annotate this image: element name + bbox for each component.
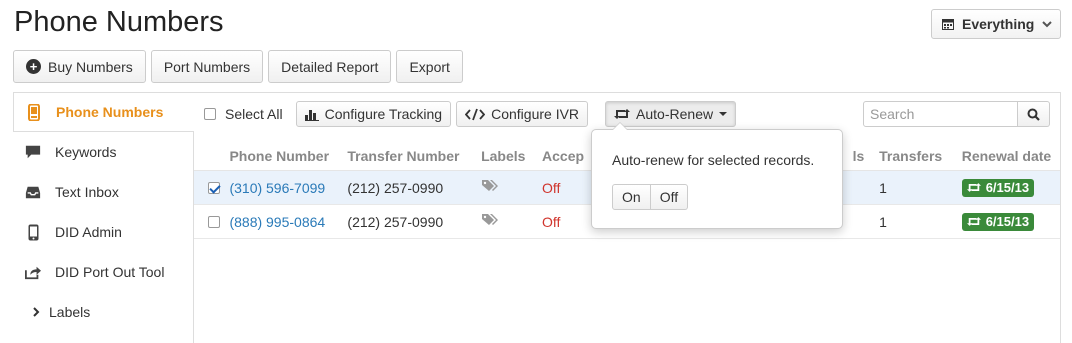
sidebar-item-text-inbox[interactable]: Text Inbox [13, 172, 194, 212]
search-box [863, 101, 1050, 127]
select-all-label: Select All [225, 106, 283, 122]
header-calls[interactable]: ls [853, 148, 880, 164]
accept-status: Off [542, 179, 561, 196]
configure-tracking-label: Configure Tracking [324, 106, 443, 122]
bar-chart-icon [304, 108, 319, 121]
transfers-count: 1 [879, 179, 887, 196]
filter-dropdown[interactable]: Everything [931, 9, 1061, 39]
speech-bubble-icon [25, 144, 41, 160]
sidebar-item-labels[interactable]: Labels [13, 292, 194, 332]
sidebar-item-label: Text Inbox [55, 184, 119, 200]
sidebar-item-did-port-out[interactable]: DID Port Out Tool [13, 252, 194, 292]
renewal-badge: 6/15/13 [961, 178, 1035, 197]
phone-icon [26, 103, 42, 121]
renewal-date: 6/15/13 [985, 214, 1030, 229]
sidebar-item-label: DID Admin [55, 224, 122, 240]
auto-renew-toggle-group: On Off [612, 184, 689, 210]
sidebar-item-phone-numbers[interactable]: Phone Numbers [13, 92, 194, 132]
auto-renew-label: Auto-Renew [636, 106, 714, 122]
select-all[interactable]: Select All [204, 106, 283, 122]
search-button[interactable] [1018, 101, 1050, 127]
share-icon [25, 264, 41, 280]
buy-numbers-button[interactable]: + Buy Numbers [13, 50, 146, 83]
inbox-icon [25, 184, 41, 200]
header-labels[interactable]: Labels [481, 148, 542, 164]
mobile-icon [25, 224, 41, 240]
auto-renew-popover: Auto-renew for selected records. On Off [591, 122, 843, 229]
caret-down-icon [719, 112, 728, 116]
transfer-number: (212) 257-0990 [347, 179, 444, 196]
sidebar-item-label: Labels [49, 304, 91, 320]
buy-numbers-label: Buy Numbers [48, 58, 133, 75]
chevron-down-icon [1042, 21, 1053, 28]
header-transfer-number[interactable]: Transfer Number [347, 148, 481, 164]
sidebar: Phone Numbers Keywords Text Inbox DID Ad… [13, 92, 194, 332]
phone-number-link[interactable]: (310) 596-7099 [229, 180, 325, 196]
configure-ivr-label: Configure IVR [491, 106, 580, 122]
configure-ivr-button[interactable]: Configure IVR [456, 101, 589, 127]
export-button[interactable]: Export [396, 50, 463, 83]
header-renewal-date[interactable]: Renewal date [962, 148, 1060, 164]
sidebar-item-label: Keywords [55, 144, 117, 160]
retweet-icon [614, 108, 631, 120]
sidebar-item-label: DID Port Out Tool [55, 264, 165, 280]
sidebar-item-keywords[interactable]: Keywords [13, 132, 194, 172]
retweet-icon [966, 182, 981, 193]
page-title: Phone Numbers [14, 6, 224, 38]
popover-text: Auto-renew for selected records. [612, 152, 815, 168]
renewal-date: 6/15/13 [985, 180, 1030, 195]
configure-tracking-button[interactable]: Configure Tracking [295, 101, 452, 127]
tags-icon[interactable] [481, 213, 499, 227]
search-icon [1027, 108, 1040, 121]
table-toolbar: Select All Configure Tracking Configure … [204, 101, 737, 127]
top-actions: + Buy Numbers Port Numbers Detailed Repo… [13, 50, 463, 83]
calendar-icon [942, 19, 954, 30]
auto-renew-on-button[interactable]: On [612, 184, 651, 210]
retweet-icon [966, 216, 981, 227]
sidebar-item-label: Phone Numbers [56, 104, 164, 120]
auto-renew-off-button[interactable]: Off [650, 184, 689, 210]
sidebar-item-did-admin[interactable]: DID Admin [13, 212, 194, 252]
phone-number-link[interactable]: (888) 995-0864 [229, 214, 325, 230]
transfers-count: 1 [879, 213, 887, 230]
header-phone-number[interactable]: Phone Number [229, 148, 347, 164]
port-numbers-button[interactable]: Port Numbers [150, 50, 264, 83]
filter-label: Everything [962, 16, 1035, 32]
transfer-number: (212) 257-0990 [347, 213, 444, 230]
accept-status: Off [542, 213, 561, 230]
plus-circle-icon: + [26, 59, 41, 74]
row-checkbox[interactable] [207, 181, 220, 194]
renewal-badge: 6/15/13 [961, 212, 1035, 231]
detailed-report-button[interactable]: Detailed Report [268, 50, 392, 83]
chevron-right-icon [31, 304, 41, 320]
search-input[interactable] [863, 101, 1018, 127]
tags-icon[interactable] [481, 179, 499, 193]
row-checkbox[interactable] [207, 215, 220, 228]
header-transfers[interactable]: Transfers [879, 148, 962, 164]
code-icon [465, 108, 486, 121]
select-all-checkbox[interactable] [204, 108, 216, 120]
